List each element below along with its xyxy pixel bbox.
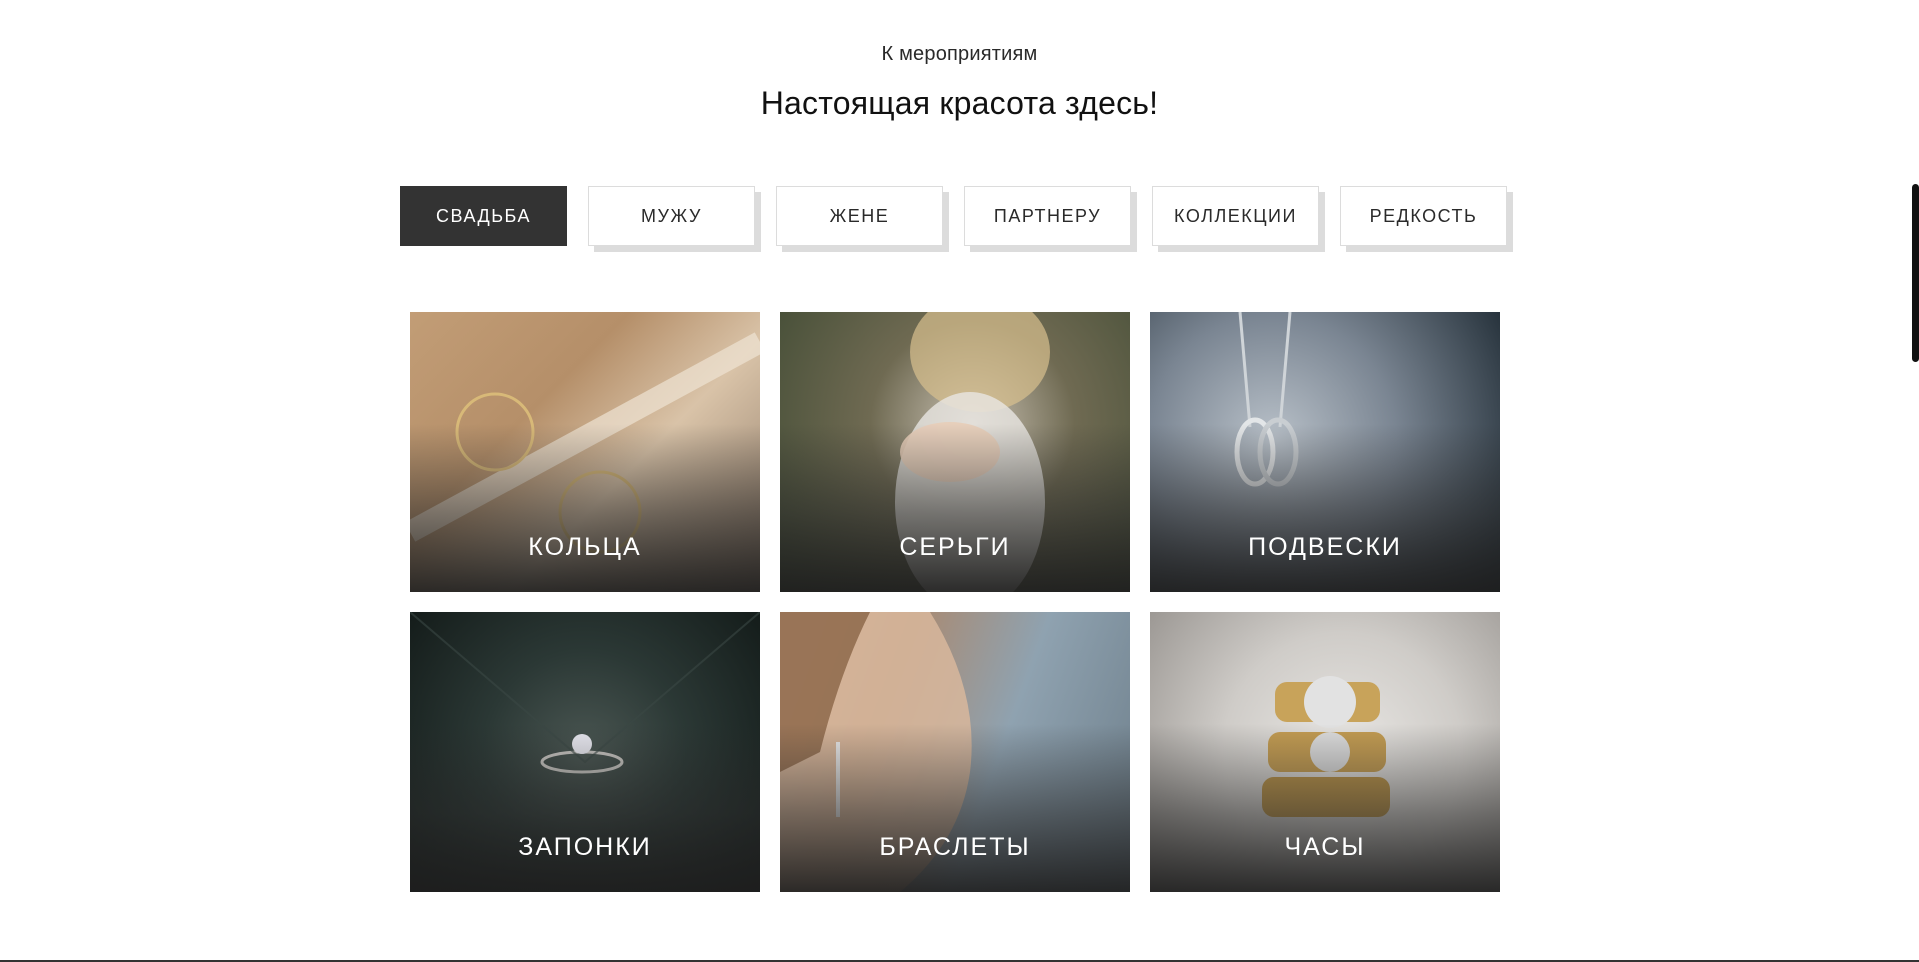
tab-rarity[interactable]: РЕДКОСТЬ	[1340, 186, 1507, 246]
category-tile-cufflinks[interactable]: ЗАПОНКИ	[410, 612, 760, 892]
category-label: ЗАПОНКИ	[518, 833, 652, 861]
category-tabs: СВАДЬБА МУЖУ ЖЕНЕ ПАРТНЕРУ КОЛЛЕКЦИИ РЕД…	[400, 186, 1507, 246]
category-tile-rings[interactable]: КОЛЬЦА	[410, 312, 760, 592]
tab-collections[interactable]: КОЛЛЕКЦИИ	[1152, 186, 1319, 246]
category-grid: КОЛЬЦА СЕРЬГИ ПОДВЕСКИ ЗАПОНКИ БРАСЛЕТЫ …	[410, 312, 1500, 892]
category-tile-watches[interactable]: ЧАСЫ	[1150, 612, 1500, 892]
tab-wedding[interactable]: СВАДЬБА	[400, 186, 567, 246]
tab-husband[interactable]: МУЖУ	[588, 186, 755, 246]
category-tile-earrings[interactable]: СЕРЬГИ	[780, 312, 1130, 592]
category-label: ПОДВЕСКИ	[1248, 533, 1402, 561]
tab-wife[interactable]: ЖЕНЕ	[776, 186, 943, 246]
tab-partner[interactable]: ПАРТНЕРУ	[964, 186, 1131, 246]
events-link[interactable]: К мероприятиям	[0, 43, 1919, 66]
category-tile-pendants[interactable]: ПОДВЕСКИ	[1150, 312, 1500, 592]
category-label: СЕРЬГИ	[899, 533, 1011, 561]
category-label: ЧАСЫ	[1284, 833, 1366, 861]
page-title: Настоящая красота здесь!	[760, 85, 1159, 121]
category-label: КОЛЬЦА	[528, 533, 642, 561]
scrollbar-thumb[interactable]	[1912, 184, 1919, 362]
category-label: БРАСЛЕТЫ	[879, 833, 1031, 861]
category-tile-bracelets[interactable]: БРАСЛЕТЫ	[780, 612, 1130, 892]
